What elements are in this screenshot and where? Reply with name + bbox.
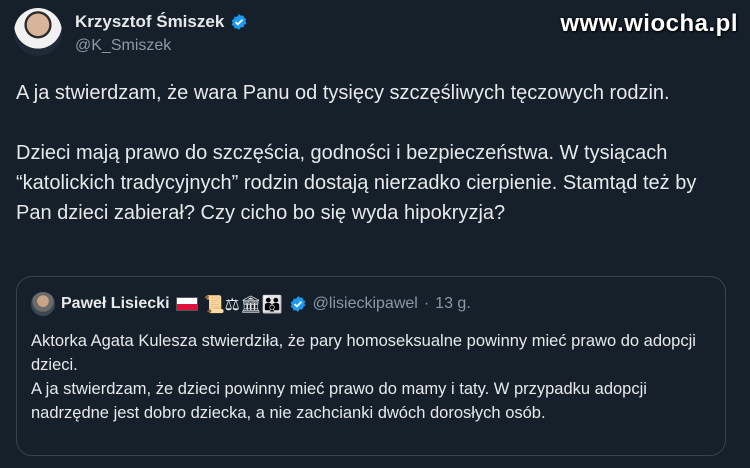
quoted-line: Aktorka Agata Kulesza stwierdziła, że pa… (31, 332, 696, 374)
quoted-author-avatar[interactable] (31, 292, 55, 316)
author-name-row: Krzysztof Śmiszek (75, 12, 248, 32)
author-handle[interactable]: @K_Smiszek (75, 37, 171, 55)
tweet-paragraph: A ja stwierdzam, że wara Panu od tysięcy… (16, 82, 670, 104)
separator-dot: · (423, 295, 430, 312)
verified-badge-icon (230, 13, 248, 31)
quoted-line: A ja stwierdzam, że dzieci powinny mieć … (31, 380, 647, 422)
quoted-tweet-header: Paweł Lisiecki 📜⚖🏛👪 @lisieckipawel · 13 … (31, 292, 471, 316)
quoted-timestamp[interactable]: 13 g. (435, 295, 471, 313)
site-watermark: www.wiocha.pl (560, 10, 738, 37)
quoted-author-name[interactable]: Paweł Lisiecki (61, 295, 170, 313)
tweet-paragraph: Dzieci mają prawo do szczęścia, godności… (16, 142, 697, 224)
quoted-tweet[interactable]: Paweł Lisiecki 📜⚖🏛👪 @lisieckipawel · 13 … (16, 276, 726, 456)
verified-badge-icon (289, 295, 307, 313)
quoted-tweet-body: Aktorka Agata Kulesza stwierdziła, że pa… (31, 329, 721, 425)
poland-flag-icon (175, 297, 198, 311)
author-avatar[interactable] (14, 8, 62, 56)
quoted-author-handle[interactable]: @lisieckipawel (313, 295, 418, 313)
quoted-author-emojis: 📜⚖🏛👪 (203, 294, 283, 314)
author-name[interactable]: Krzysztof Śmiszek (75, 12, 224, 32)
tweet-body: A ja stwierdzam, że wara Panu od tysięcy… (16, 78, 716, 228)
